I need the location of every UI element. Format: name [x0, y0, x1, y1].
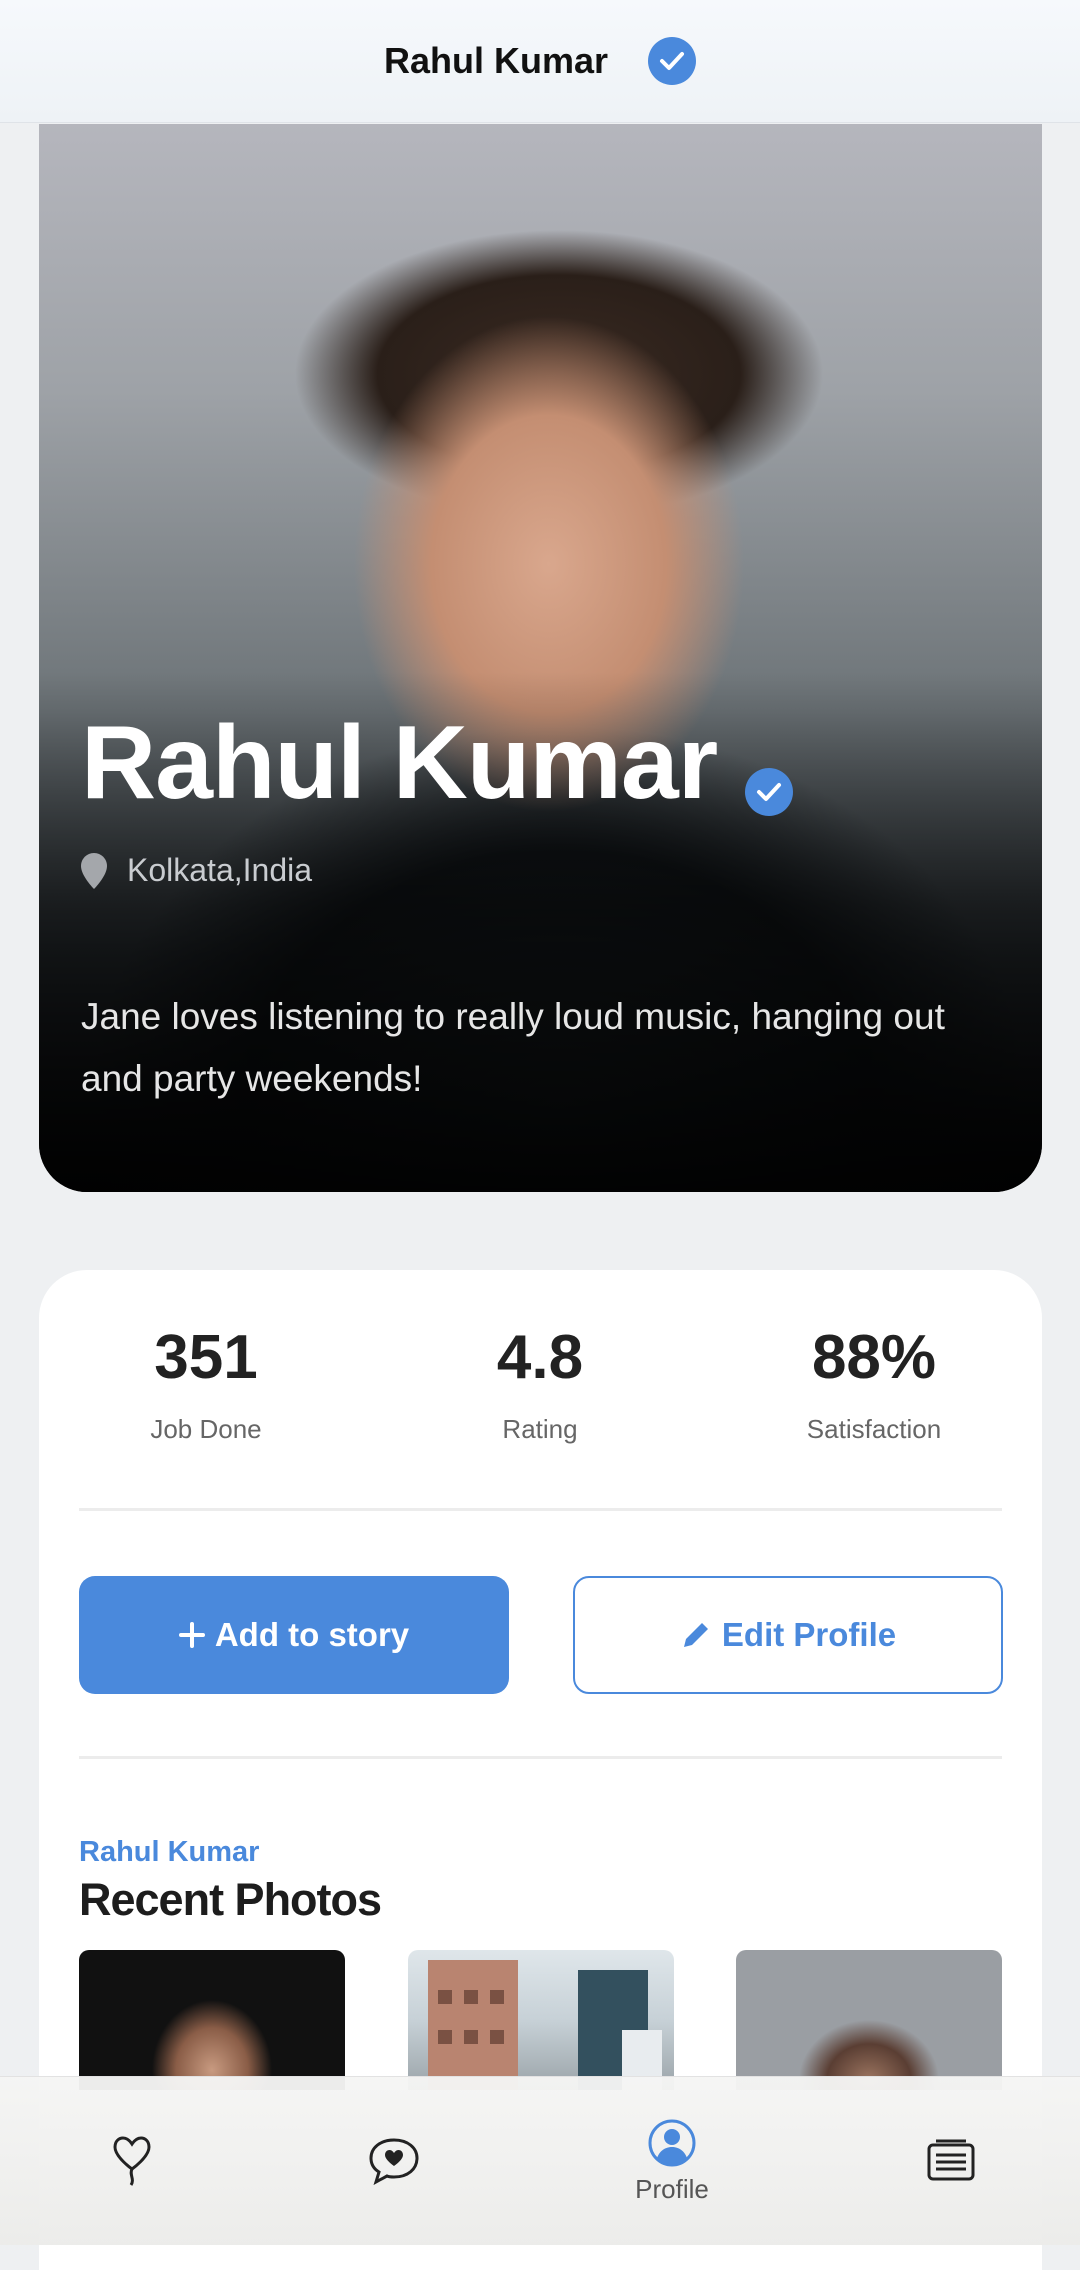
stat-job-done: 351 Job Done — [39, 1322, 373, 1445]
bottom-navigation: Profile — [0, 2076, 1080, 2245]
stat-value: 4.8 — [496, 1323, 584, 1392]
nav-item-label: Profile — [635, 2173, 709, 2204]
recent-photo[interactable] — [736, 1950, 1002, 2090]
profile-location: Kolkata,India — [81, 852, 312, 889]
stat-label: Job Done — [150, 1414, 262, 1444]
heart-balloon-icon — [113, 2136, 151, 2186]
stat-label: Rating — [502, 1414, 578, 1444]
pencil-icon — [683, 1623, 708, 1647]
edit-profile-button[interactable]: Edit Profile — [573, 1576, 1003, 1694]
news-icon — [927, 2139, 975, 2181]
divider — [79, 1756, 1002, 1759]
section-title: Recent Photos — [79, 1874, 382, 1925]
chat-heart-icon — [369, 2138, 419, 2185]
location-text: Kolkata,India — [127, 852, 313, 888]
plus-icon — [178, 1622, 205, 1648]
add-to-story-button[interactable]: Add to story — [79, 1576, 509, 1694]
recent-photo[interactable] — [79, 1950, 345, 2090]
stat-value: 351 — [154, 1323, 258, 1392]
nav-item-news[interactable] — [924, 2077, 978, 2245]
nav-item-profile[interactable]: Profile — [620, 2077, 724, 2245]
verified-badge-icon — [648, 37, 697, 85]
profile-bio: Jane loves listening to really loud musi… — [81, 996, 945, 1099]
verified-badge-icon — [745, 768, 793, 816]
stat-satisfaction: 88% Satisfaction — [707, 1322, 1041, 1445]
stat-label: Satisfaction — [806, 1414, 942, 1444]
top-app-bar: Rahul Kumar — [0, 0, 1080, 123]
profile-name: Rahul Kumar — [81, 705, 718, 821]
profile-icon — [648, 2119, 696, 2166]
stat-value: 88% — [811, 1323, 937, 1392]
recent-photos-grid — [79, 1950, 1002, 2090]
add-to-story-label: Add to story — [214, 1616, 410, 1653]
nav-item-likes[interactable] — [92, 2077, 172, 2245]
stats-row: 351 Job Done 4.8 Rating 88% Satisfaction — [39, 1322, 1042, 1445]
divider — [79, 1508, 1002, 1511]
profile-hero-card: Rahul Kumar Kolkata,India Jane loves lis… — [39, 124, 1042, 1192]
nav-item-messages[interactable] — [352, 2077, 436, 2245]
edit-profile-label: Edit Profile — [721, 1616, 897, 1653]
stat-rating: 4.8 Rating — [373, 1322, 707, 1445]
location-pin-icon — [81, 852, 107, 889]
page-title: Rahul Kumar — [383, 40, 609, 81]
recent-photo[interactable] — [407, 1950, 674, 2090]
section-subtitle: Rahul Kumar — [79, 1836, 260, 1868]
